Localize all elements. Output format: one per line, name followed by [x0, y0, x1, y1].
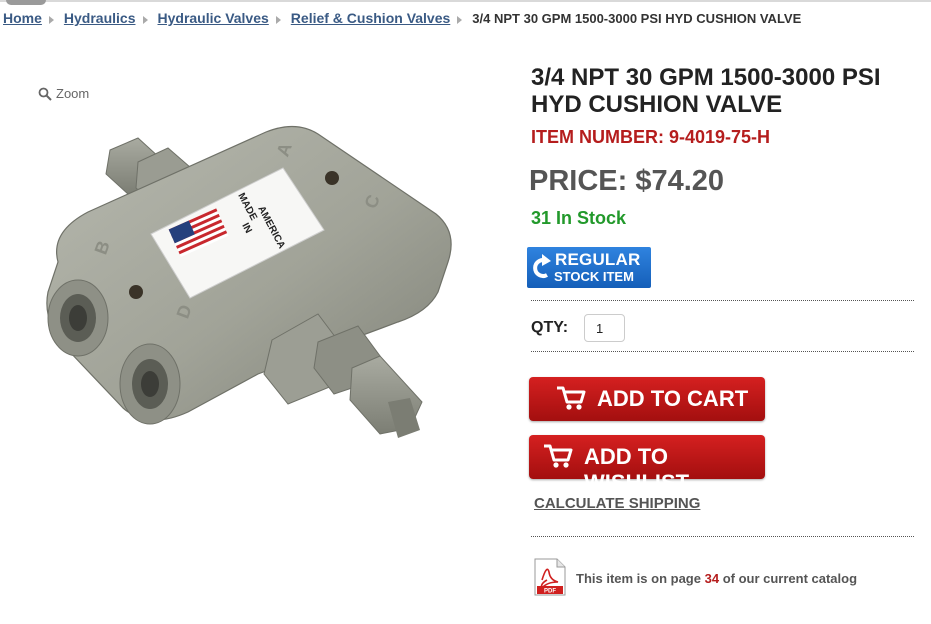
add-to-wishlist-label: ADD TO WISHLIST — [584, 444, 690, 495]
product-title: 3/4 NPT 30 GPM 1500-3000 PSI HYD CUSHION… — [531, 64, 881, 118]
cart-icon — [557, 386, 586, 410]
search-icon — [38, 87, 52, 101]
divider — [531, 536, 914, 537]
bolt-hole — [129, 285, 143, 299]
pdf-icon[interactable]: PDF — [533, 558, 567, 596]
calculate-shipping-link[interactable]: CALCULATE SHIPPING — [534, 495, 700, 512]
refresh-icon — [533, 254, 551, 278]
catalog-prefix: This item is on page — [576, 571, 701, 586]
regular-stock-badge: REGULAR STOCK ITEM — [527, 247, 651, 288]
breadcrumb-arrow-icon — [275, 15, 281, 24]
breadcrumb-arrow-icon — [457, 15, 463, 24]
item-number: ITEM NUMBER: 9-4019-75-H — [531, 127, 771, 147]
zoom-link[interactable]: Zoom — [38, 86, 89, 101]
price: PRICE: $74.20 — [529, 165, 725, 197]
port-left — [47, 279, 109, 357]
breadcrumb-home[interactable]: Home — [3, 10, 42, 26]
add-to-cart-button[interactable]: ADD TO CART — [529, 377, 765, 421]
add-to-cart-label: ADD TO CART — [597, 386, 749, 411]
breadcrumb-arrow-icon — [48, 15, 54, 24]
divider — [531, 300, 914, 301]
catalog-note: This item is on page 34 of our current c… — [576, 571, 857, 586]
breadcrumb-hydraulic-valves[interactable]: Hydraulic Valves — [158, 10, 269, 26]
catalog-page: 34 — [704, 571, 720, 586]
product-image[interactable]: B D C A MADE IN AMERICA — [28, 112, 468, 462]
badge-line-1: REGULAR — [555, 250, 641, 269]
catalog-suffix: of our current catalog — [722, 571, 858, 586]
adjusting-stem — [263, 313, 423, 438]
zoom-label: Zoom — [56, 86, 90, 101]
breadcrumb: Home Hydraulics Hydraulic Valves Relief … — [3, 10, 801, 26]
stock-status: 31 In Stock — [531, 208, 627, 228]
top-border — [0, 0, 931, 2]
divider — [531, 351, 914, 352]
add-to-wishlist-button[interactable]: ADD TO WISHLIST — [529, 435, 765, 495]
qty-label: QTY: — [531, 319, 569, 336]
breadcrumb-current: 3/4 NPT 30 GPM 1500-3000 PSI HYD CUSHION… — [472, 10, 802, 26]
breadcrumb-hydraulics[interactable]: Hydraulics — [64, 10, 136, 26]
bolt-hole — [325, 171, 339, 185]
pdf-label: PDF — [544, 589, 556, 595]
port-right — [119, 343, 181, 425]
qty-input[interactable] — [584, 314, 625, 342]
badge-line-2: STOCK ITEM — [554, 269, 634, 284]
breadcrumb-relief-cushion-valves[interactable]: Relief & Cushion Valves — [291, 10, 451, 26]
breadcrumb-arrow-icon — [142, 15, 148, 24]
top-tab — [6, 0, 46, 5]
cart-icon — [544, 444, 573, 468]
